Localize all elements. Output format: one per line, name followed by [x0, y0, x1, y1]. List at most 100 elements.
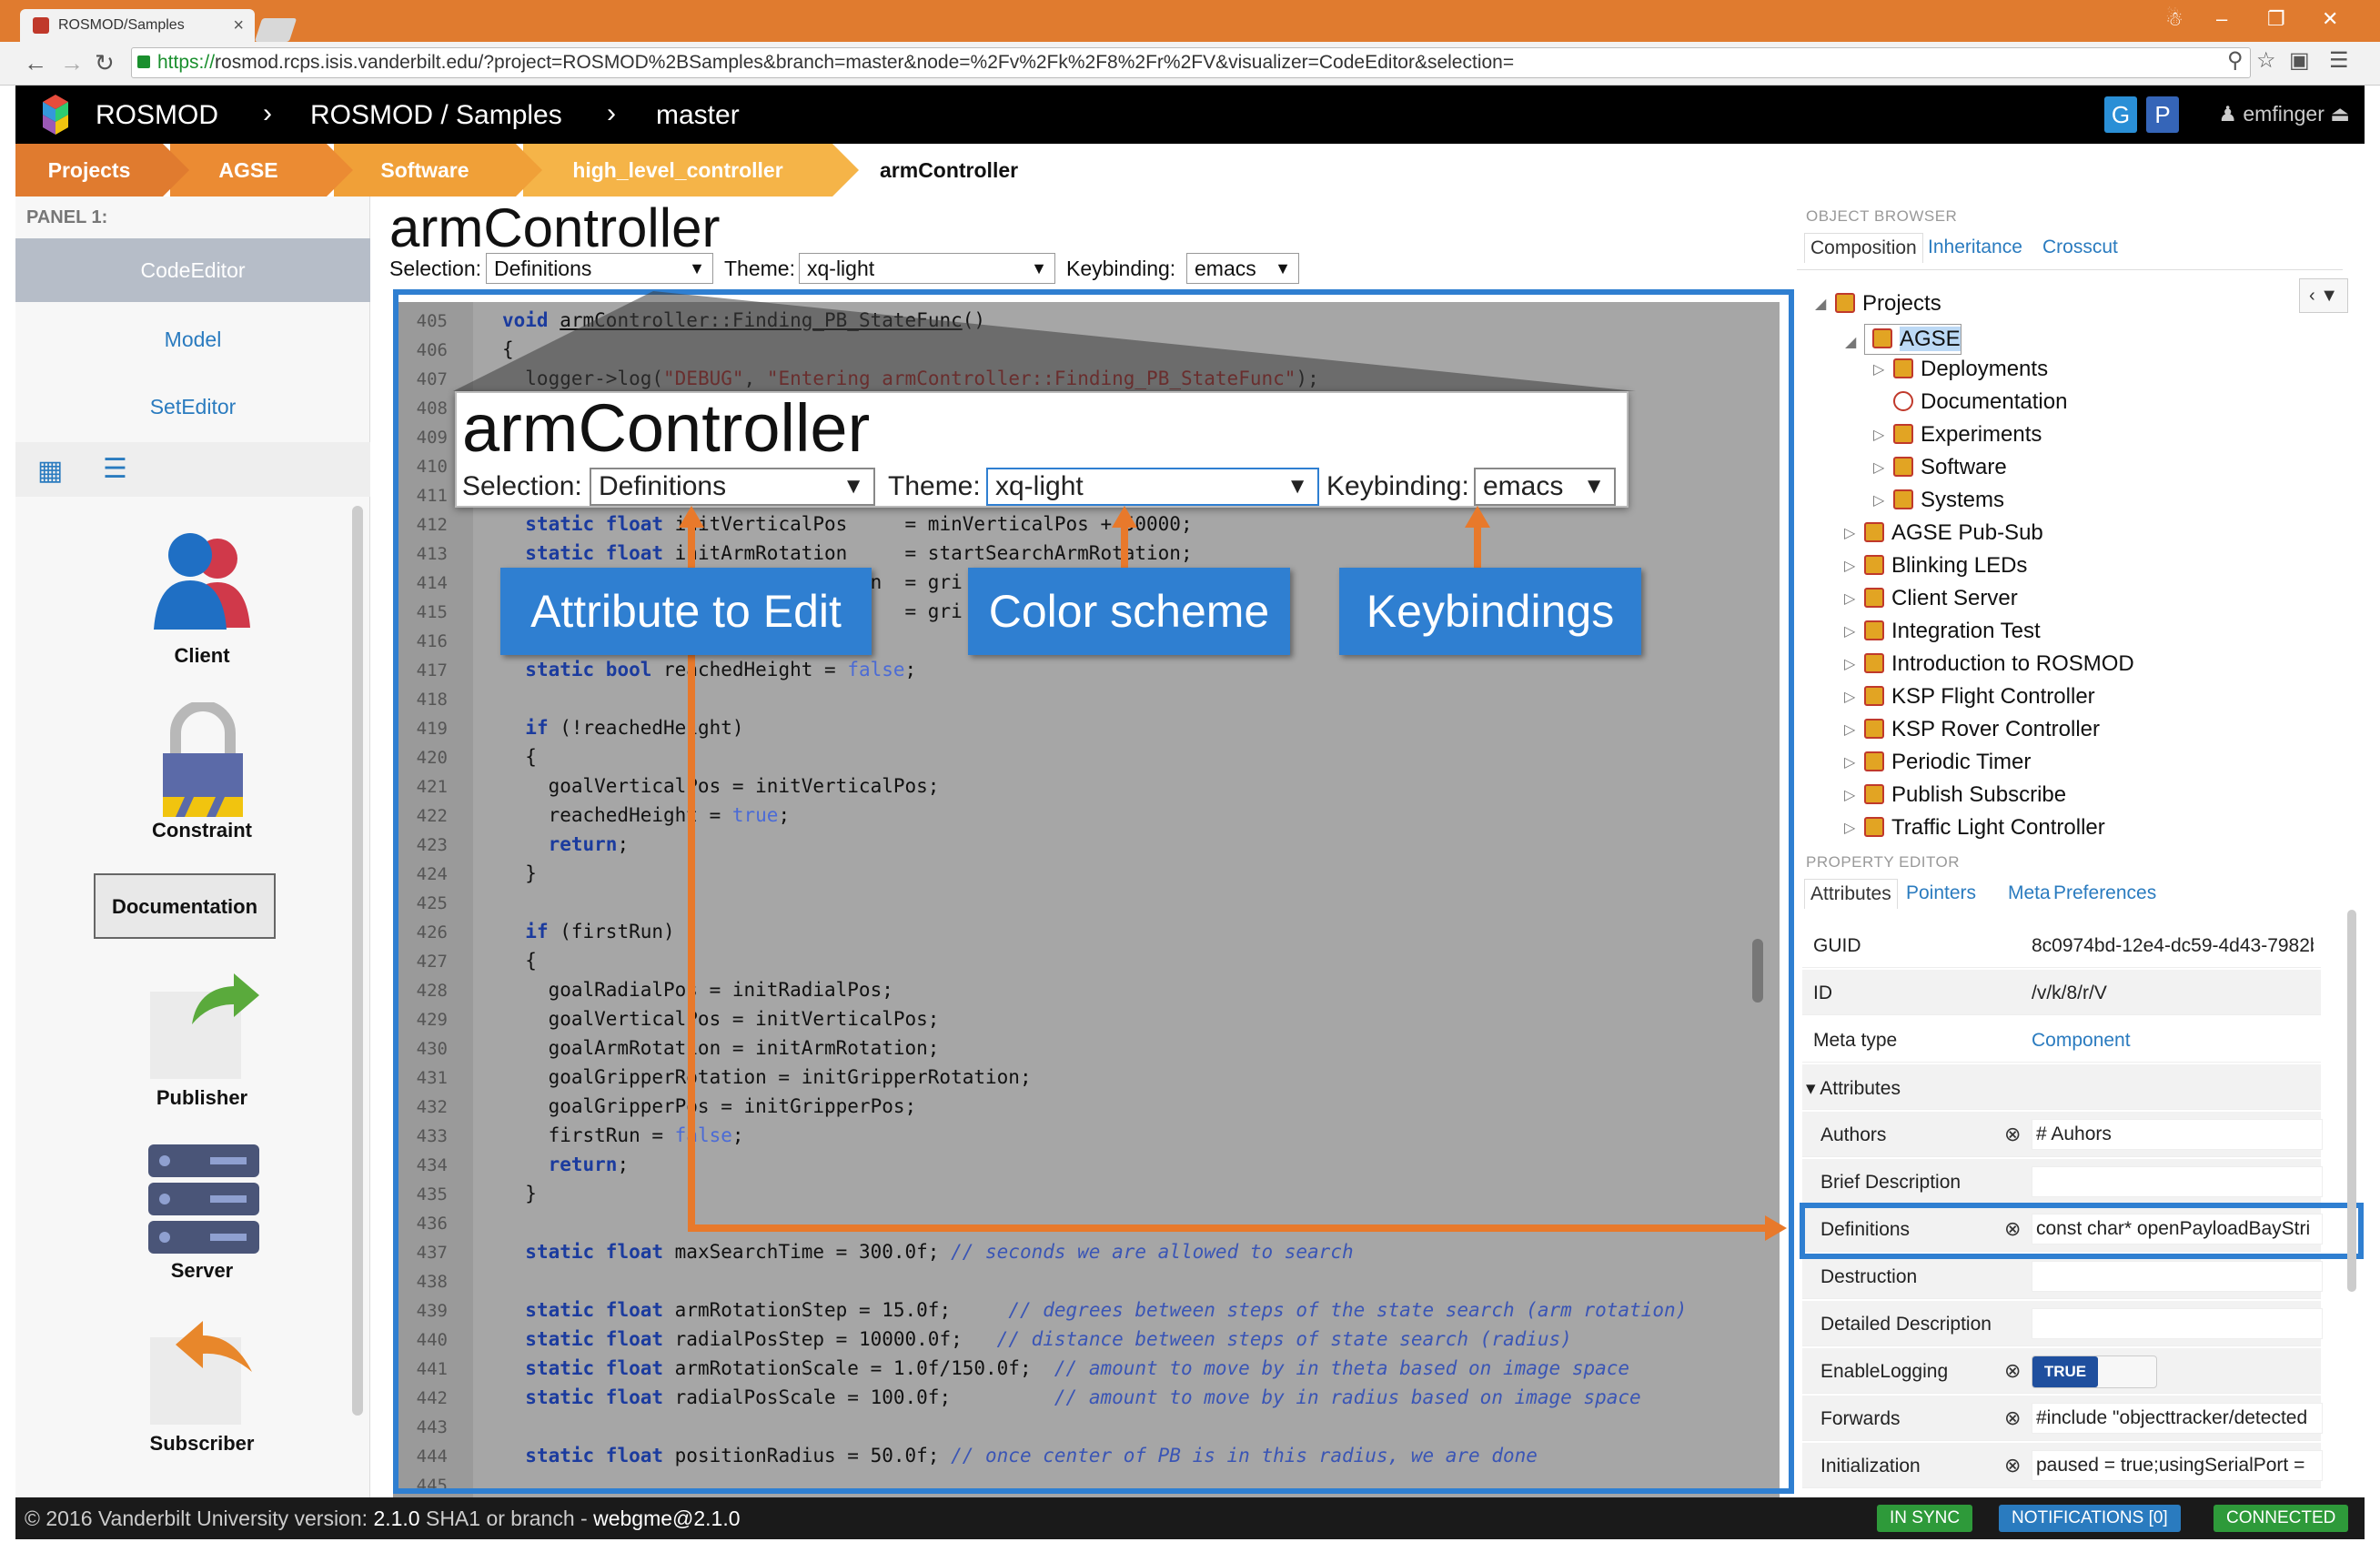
- tab-inheritance[interactable]: Inheritance: [1928, 237, 2022, 258]
- right-scrollbar[interactable]: [2347, 910, 2356, 1292]
- folder-icon: [1864, 522, 1884, 542]
- maximize-icon[interactable]: ❐: [2267, 7, 2285, 31]
- initialization-input[interactable]: paused = true;usingSerialPort =: [2032, 1450, 2323, 1481]
- part-client[interactable]: Client: [70, 528, 334, 667]
- property-row-detailed: Detailed Description: [1802, 1301, 2323, 1346]
- destruction-input[interactable]: [2032, 1261, 2323, 1292]
- selection-label: Selection:: [389, 257, 482, 280]
- tree-node[interactable]: ▷ Software: [1873, 455, 2007, 480]
- collapse-icon: ▾: [1806, 1078, 1816, 1099]
- breadcrumb-item[interactable]: Software: [334, 144, 542, 197]
- arrow-head: [679, 506, 704, 528]
- attributes-group-header[interactable]: ▾ Attributes: [1802, 1064, 2321, 1110]
- keybinding-select[interactable]: emacs ▼: [1186, 253, 1299, 284]
- tab-crosscut[interactable]: Crosscut: [2042, 237, 2118, 258]
- selection-select[interactable]: Definitions ▼: [486, 253, 713, 284]
- tree-node[interactable]: ▷ Deployments: [1873, 357, 2048, 382]
- folder-icon: [1864, 686, 1884, 706]
- bookmark-star-icon[interactable]: ☆: [2256, 47, 2276, 74]
- part-publisher[interactable]: Publisher: [70, 970, 334, 1109]
- list-view-icon[interactable]: ☰: [103, 453, 127, 485]
- part-subscriber[interactable]: Subscriber: [70, 1315, 334, 1455]
- menu-icon[interactable]: ☰: [2329, 47, 2349, 74]
- user-menu[interactable]: ♟ emfinger ⏏: [2218, 102, 2350, 126]
- reset-icon[interactable]: ⊗: [2004, 1359, 2021, 1383]
- callout-attribute: Attribute to Edit: [500, 568, 872, 655]
- close-tab-icon[interactable]: ×: [233, 9, 244, 42]
- part-server[interactable]: Server: [70, 1143, 334, 1282]
- google-button[interactable]: G: [2104, 96, 2137, 133]
- tab-preferences[interactable]: Preferences: [2053, 882, 2156, 904]
- reload-icon[interactable]: ↻: [95, 49, 115, 77]
- window-close-icon[interactable]: ✕: [2322, 7, 2338, 31]
- tree-node[interactable]: ▷ Integration Test: [1844, 619, 2041, 644]
- breadcrumb-item[interactable]: Projects: [15, 144, 189, 197]
- project-name[interactable]: ROSMOD / Samples: [310, 100, 562, 131]
- zoom-icon[interactable]: ⚲: [2227, 47, 2244, 74]
- tree-node[interactable]: ▷ Client Server: [1844, 586, 2018, 611]
- zoomed-toolbar: armController Selection: Definitions ▼ Th…: [455, 391, 1629, 508]
- tab-composition[interactable]: Composition: [1804, 233, 1923, 263]
- tree-node[interactable]: ▷ Blinking LEDs: [1844, 553, 2027, 579]
- tree-node-agse[interactable]: ◢ AGSE: [1845, 324, 1961, 355]
- filter-icon: ‹ ▼: [2308, 286, 2338, 306]
- visualizer-model[interactable]: Model: [15, 307, 370, 371]
- chevron-down-icon: ▼: [842, 474, 864, 499]
- extension-icon[interactable]: ▣: [2289, 47, 2310, 74]
- visualizer-seteditor[interactable]: SetEditor: [15, 375, 370, 438]
- filter-button[interactable]: ‹ ▼: [2299, 278, 2348, 313]
- visualizer-codeeditor[interactable]: CodeEditor: [15, 238, 370, 302]
- left-scrollbar[interactable]: [352, 506, 363, 1416]
- minimize-icon[interactable]: –: [2216, 7, 2227, 31]
- folder-icon: [1864, 620, 1884, 640]
- reset-icon[interactable]: ⊗: [2004, 1123, 2021, 1146]
- url-input[interactable]: https://rosmod.rcps.isis.vanderbilt.edu/…: [131, 47, 2251, 78]
- sync-badge[interactable]: IN SYNC: [1877, 1505, 1973, 1532]
- app-name[interactable]: ROSMOD: [96, 100, 218, 131]
- tree-node[interactable]: ▷ AGSE Pub-Sub: [1844, 520, 2043, 546]
- part-documentation[interactable]: Documentation: [94, 873, 276, 939]
- folder-icon: [1864, 784, 1884, 804]
- tree-node[interactable]: ▷ Publish Subscribe: [1844, 782, 2066, 808]
- grid-view-icon[interactable]: ▦: [37, 455, 63, 487]
- tree-node-projects[interactable]: ◢ Projects: [1815, 291, 1941, 317]
- tree-node[interactable]: ▷ KSP Rover Controller: [1844, 717, 2100, 742]
- forwards-input[interactable]: #include "objecttracker/detected: [2032, 1403, 2323, 1434]
- breadcrumb-item[interactable]: high_level_controller: [523, 144, 859, 197]
- collapsed-icon: ▷: [1844, 657, 1856, 672]
- new-tab-button[interactable]: [254, 18, 298, 42]
- tree-node[interactable]: Documentation: [1893, 389, 2067, 415]
- page-title: armController: [389, 197, 721, 258]
- tab-attributes[interactable]: Attributes: [1804, 879, 1898, 909]
- tree-node[interactable]: ▷ Traffic Light Controller: [1844, 815, 2105, 841]
- tree-node[interactable]: ▷ Periodic Timer: [1844, 750, 2031, 775]
- notifications-badge[interactable]: NOTIFICATIONS [0]: [1999, 1505, 2181, 1532]
- breadcrumb-item[interactable]: AGSE: [170, 144, 353, 197]
- detailed-description-input[interactable]: [2032, 1308, 2323, 1339]
- tree-node[interactable]: ▷ Introduction to ROSMOD: [1844, 651, 2134, 677]
- status-footer: © 2016 Vanderbilt University version: 2.…: [15, 1497, 2365, 1539]
- tree-node[interactable]: ▷ KSP Flight Controller: [1844, 684, 2095, 710]
- browser-tab[interactable]: ROSMOD/Samples ×: [20, 9, 255, 42]
- authors-input[interactable]: # Auhors: [2032, 1119, 2323, 1150]
- enable-logging-toggle[interactable]: TRUE: [2032, 1355, 2157, 1388]
- theme-select[interactable]: xq-light ▼: [799, 253, 1055, 284]
- branch-name[interactable]: master: [656, 100, 740, 131]
- tab-pointers[interactable]: Pointers: [1906, 882, 1976, 904]
- brief-description-input[interactable]: [2032, 1166, 2323, 1197]
- p-button[interactable]: P: [2146, 96, 2179, 133]
- property-row-guid: GUID 8c0974bd-12e4-dc59-4d43-7982b...: [1802, 922, 2321, 968]
- reset-icon[interactable]: ⊗: [2004, 1454, 2021, 1477]
- tree-node[interactable]: ▷ Systems: [1873, 488, 2004, 513]
- tab-meta[interactable]: Meta: [2008, 882, 2051, 904]
- back-icon[interactable]: ←: [24, 49, 47, 77]
- reset-icon[interactable]: ⊗: [2004, 1406, 2021, 1430]
- forward-icon[interactable]: →: [60, 49, 84, 77]
- property-row-authors: Authors ⊗ # Auhors: [1802, 1112, 2323, 1157]
- profile-icon[interactable]: ☃: [2165, 7, 2183, 31]
- arrow-line: [1121, 522, 1128, 569]
- connected-badge[interactable]: CONNECTED: [2214, 1505, 2349, 1532]
- rosmod-logo-icon: [43, 95, 68, 135]
- tree-node[interactable]: ▷ Experiments: [1873, 422, 2042, 448]
- part-constraint[interactable]: Constraint: [70, 702, 334, 842]
